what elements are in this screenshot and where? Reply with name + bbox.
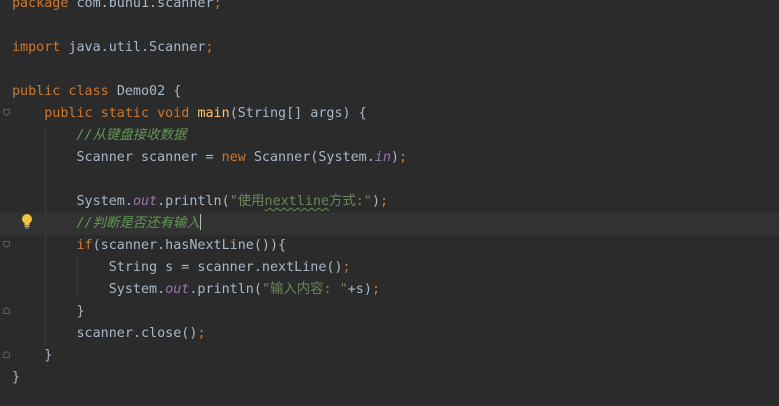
code-token: java.util.Scanner [68, 40, 206, 55]
code-token: Demo02 { [116, 84, 182, 99]
code-token: if [76, 238, 93, 253]
fold-start-icon[interactable] [3, 109, 10, 116]
code-token: +s) [347, 282, 372, 297]
code-line[interactable] [0, 59, 779, 81]
code-line-content: System.out.println("输入内容: "+s); [12, 279, 380, 301]
code-line[interactable]: import java.util.Scanner; [0, 37, 779, 59]
code-token: package [12, 0, 77, 11]
code-token: scanner.close() [12, 326, 198, 341]
code-token: //判断是否还有输入 [12, 216, 200, 231]
code-line-content: package com.buhu1.scanner; [12, 0, 222, 15]
code-line[interactable]: String s = scanner.nextLine(); [0, 257, 779, 279]
code-token: .println( [189, 282, 262, 297]
code-token: Scanner scanner = [12, 150, 222, 165]
code-token: ; [398, 150, 408, 165]
code-token: new [221, 150, 254, 165]
code-token: "输入内容: " [261, 282, 348, 297]
code-line[interactable]: System.out.println("输入内容: "+s); [0, 279, 779, 301]
code-token: 方式:" [329, 194, 372, 209]
code-line[interactable]: package com.buhu1.scanner; [0, 0, 779, 15]
code-token: ; [205, 40, 214, 55]
code-line[interactable]: public class Demo02 { [0, 81, 779, 103]
code-token: out [165, 282, 190, 297]
code-line-content: } [12, 301, 85, 323]
code-token: in [374, 150, 391, 165]
code-line[interactable]: } [0, 367, 779, 389]
fold-end-icon[interactable] [3, 351, 10, 358]
code-token: ; [380, 194, 389, 209]
code-line-content: System.out.println("使用nextline方式:"); [12, 191, 388, 213]
code-line-content: String s = scanner.nextLine(); [12, 257, 351, 279]
code-token: main [197, 106, 230, 121]
code-line-content: scanner.close(); [12, 323, 206, 345]
code-line-content: if(scanner.hasNextLine()){ [12, 235, 287, 257]
code-line[interactable]: //从键盘接收数据 [0, 125, 779, 147]
code-token: ) [390, 150, 399, 165]
code-token: com.buhu1.scanner [76, 0, 214, 11]
code-token: System. [12, 282, 166, 297]
code-token: } [12, 370, 21, 385]
code-line[interactable]: } [0, 345, 779, 367]
code-token: (scanner.hasNextLine()){ [92, 238, 287, 253]
code-line-content: //从键盘接收数据 [12, 125, 186, 147]
code-token: //从键盘接收数据 [12, 128, 187, 143]
code-line-content: public static void main(String[] args) { [12, 103, 367, 125]
code-line[interactable]: if(scanner.hasNextLine()){ [0, 235, 779, 257]
code-line[interactable]: scanner.close(); [0, 323, 779, 345]
code-token: public class [12, 84, 117, 99]
code-line[interactable]: //判断是否还有输入 [0, 213, 779, 235]
code-token: Scanner(System. [253, 150, 375, 165]
text-caret [199, 214, 201, 230]
code-token: public static void [12, 106, 198, 121]
code-editor[interactable]: package com.buhu1.scanner; import java.ut… [0, 0, 779, 406]
code-line[interactable]: Scanner scanner = new Scanner(System.in)… [0, 147, 779, 169]
code-line-content: } [12, 345, 52, 367]
code-token: import [12, 40, 69, 55]
code-token: (String[] args) { [229, 106, 367, 121]
code-token: } [12, 348, 53, 363]
intention-bulb-icon[interactable] [20, 213, 34, 229]
code-token: System. [12, 194, 133, 209]
code-line[interactable]: public static void main(String[] args) { [0, 103, 779, 125]
code-token: ; [371, 282, 380, 297]
code-token: "使用 [229, 194, 265, 209]
code-line-content: import java.util.Scanner; [12, 37, 214, 59]
fold-start-icon[interactable] [3, 241, 10, 248]
code-line-content: Scanner scanner = new Scanner(System.in)… [12, 147, 407, 169]
code-token: nextline [264, 194, 330, 209]
code-token: String s = scanner.nextLine() [12, 260, 343, 275]
code-token: .println( [157, 194, 230, 209]
code-line[interactable] [0, 169, 779, 191]
code-line-content: public class Demo02 { [12, 81, 181, 103]
code-token: } [12, 304, 85, 319]
code-line[interactable]: } [0, 301, 779, 323]
code-line[interactable]: System.out.println("使用nextline方式:"); [0, 191, 779, 213]
code-line-content: } [12, 367, 20, 389]
code-line-content: //判断是否还有输入 [12, 213, 201, 235]
code-token: ; [213, 0, 222, 11]
code-line[interactable] [0, 15, 779, 37]
code-token: ; [197, 326, 206, 341]
fold-end-icon[interactable] [3, 307, 10, 314]
code-token: ; [342, 260, 351, 275]
code-token: ) [371, 194, 380, 209]
code-token: out [132, 194, 158, 209]
